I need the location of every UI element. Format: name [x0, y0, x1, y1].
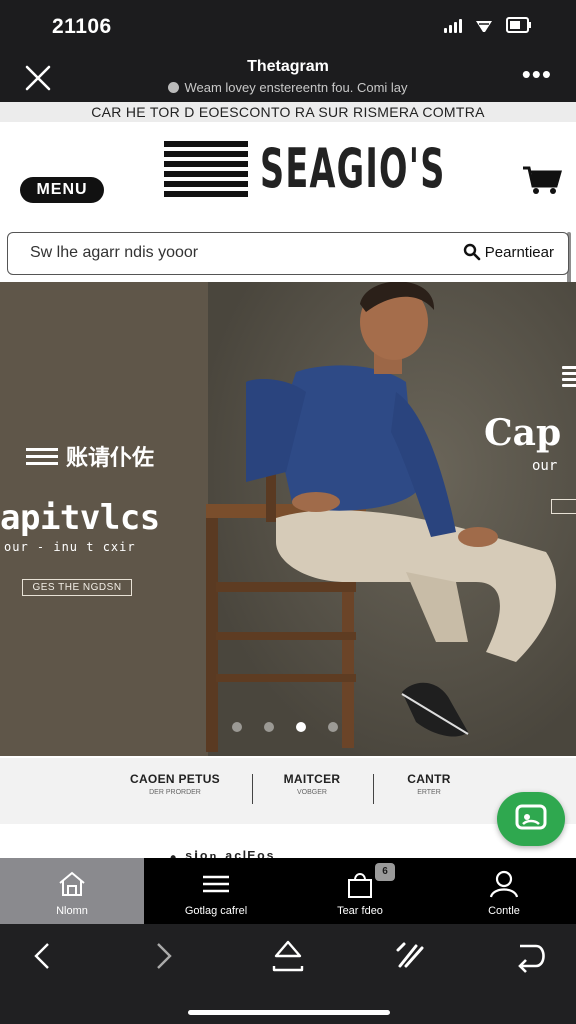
category-title: MAITCER	[283, 772, 341, 786]
category-divider	[373, 774, 374, 804]
carousel-dot[interactable]	[264, 722, 274, 732]
back-button[interactable]	[24, 936, 64, 976]
cart-icon[interactable]	[522, 164, 564, 196]
menu-icon	[203, 875, 229, 893]
hero-brand-text: 账请仆佐	[66, 445, 155, 470]
more-icon[interactable]: •••	[522, 61, 552, 87]
promo-bar: CAR HE TOR D EOESCONTO RA SUR RISMERA CO…	[0, 102, 576, 122]
category-item[interactable]: MAITCER VOBGER	[272, 772, 352, 796]
lock-icon	[168, 82, 180, 93]
tab-bag[interactable]: 6 Tear fdeo	[288, 858, 432, 924]
category-title: CAOEN PETUS	[130, 772, 220, 786]
site-logo[interactable]: SEAGIO'S	[164, 136, 559, 202]
carousel-dot-active[interactable]	[296, 722, 306, 732]
bag-badge: 6	[375, 863, 395, 881]
model-photo	[206, 282, 556, 752]
search-input[interactable]	[30, 233, 430, 273]
web-page: CAR HE TOR D EOESCONTO RA SUR RISMERA CO…	[0, 102, 576, 858]
menu-button[interactable]: MENU	[20, 177, 104, 203]
tab-label: Gotlag cafrel	[184, 905, 248, 917]
category-item[interactable]: CAOEN PETUS DER PRORDER	[120, 772, 230, 796]
brand-bars-icon	[26, 447, 58, 465]
site-header: MENU SEAGIO'S	[0, 122, 576, 328]
forward-icon	[157, 943, 172, 969]
search-icon	[463, 243, 481, 261]
back-icon	[34, 943, 49, 969]
section-heading-peek: • ˢⁱᵒⁿ ᵃᶜˡᴱᵒˢ	[170, 848, 276, 858]
carousel-dot[interactable]	[328, 722, 338, 732]
edit-button[interactable]	[390, 936, 430, 976]
tabs-button[interactable]	[512, 936, 552, 976]
tab-bar: Nlomn Gotlag cafrel 6 Tear fdeo Contle	[0, 858, 576, 924]
browser-toolbar	[0, 924, 576, 1024]
next-slide-logo-icon	[562, 366, 576, 387]
category-divider	[252, 774, 253, 804]
carousel-dot[interactable]	[232, 722, 242, 732]
wifi-icon	[476, 21, 492, 32]
chat-icon	[515, 804, 547, 830]
share-icon	[272, 940, 304, 972]
search-button-label: Pearntiear	[484, 243, 554, 261]
hero-headline: apitvlcs	[0, 498, 160, 538]
tab-label: Nlomn	[56, 905, 88, 917]
bag-icon	[348, 873, 372, 898]
category-subtitle: DER PRORDER	[149, 789, 201, 796]
hero-brand-mark: 账请仆佐	[26, 440, 154, 472]
home-icon	[59, 871, 85, 896]
site-url-text: Weam lovey enstereentn fou. Comi lay	[184, 80, 408, 95]
status-time: 21106	[52, 15, 112, 38]
search-bar[interactable]: Pearntiear	[7, 232, 569, 275]
search-button[interactable]: Pearntiear	[463, 243, 554, 261]
site-url[interactable]: Weam lovey enstereentn fou. Comi lay	[0, 80, 576, 95]
tab-profile[interactable]: Contle	[432, 858, 576, 924]
forward-button[interactable]	[144, 936, 184, 976]
tab-catalog[interactable]: Gotlag cafrel	[144, 858, 288, 924]
chat-button[interactable]	[497, 792, 565, 846]
tab-label: Contle	[488, 905, 520, 917]
site-title: Thetagram	[247, 58, 329, 75]
category-strip: CAOEN PETUS DER PRORDER MAITCER VOBGER C…	[0, 758, 576, 824]
next-slide-subheadline: our	[532, 458, 558, 474]
tab-home[interactable]: Nlomn	[0, 858, 144, 924]
logo-text: SEAGIO'S	[260, 137, 446, 200]
share-button[interactable]	[268, 936, 308, 976]
tab-label: Tear fdeo	[337, 905, 383, 917]
next-slide-cta[interactable]	[551, 499, 576, 514]
hero-carousel[interactable]: 账请仆佐 apitvlcs our - inu t cxir GES THE N…	[0, 282, 576, 756]
category-subtitle: VOBGER	[297, 789, 327, 796]
home-indicator[interactable]	[188, 1010, 390, 1015]
battery-icon	[506, 17, 531, 33]
edit-icon	[396, 942, 424, 968]
status-bar: 21106	[0, 0, 576, 52]
logo-stripes-icon	[164, 141, 248, 197]
hero-subheadline: our - inu t cxir	[4, 540, 136, 554]
status-icons	[444, 17, 532, 33]
carousel-dots	[232, 722, 338, 732]
tabs-icon	[518, 944, 545, 973]
category-subtitle: ERTER	[417, 789, 441, 796]
next-slide-headline: Cap	[484, 412, 562, 454]
user-icon	[489, 870, 519, 898]
signal-icon	[444, 17, 462, 33]
category-item[interactable]: CANTR ERTER	[392, 772, 466, 796]
browser-header: Thetagram Weam lovey enstereentn fou. Co…	[0, 52, 576, 102]
hero-cta-button[interactable]: GES THE NGDSN	[22, 579, 132, 596]
category-title: CANTR	[407, 772, 451, 786]
